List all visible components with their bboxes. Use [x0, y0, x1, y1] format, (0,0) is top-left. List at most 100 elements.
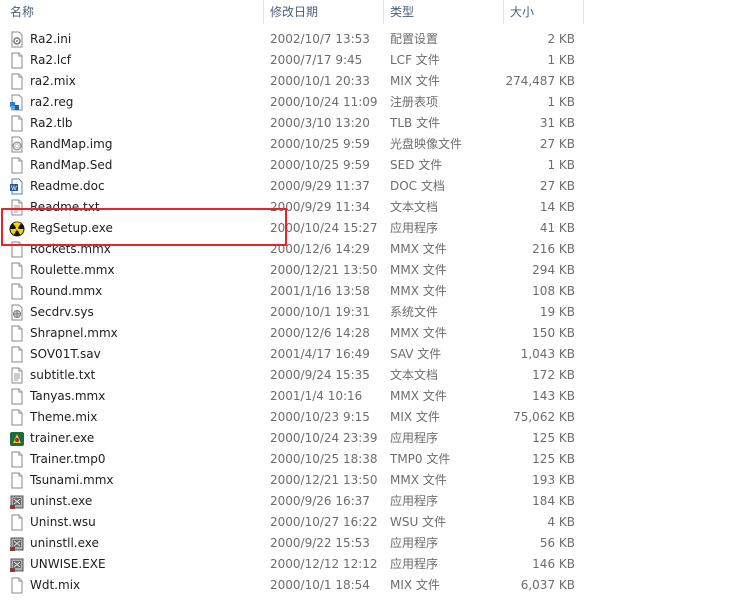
file-modified-date: 2001/1/16 13:58	[270, 284, 370, 298]
column-header-name[interactable]: 名称	[10, 0, 34, 24]
file-size: 108 KB	[532, 284, 575, 298]
file-row[interactable]: ra2.mix 2000/10/1 20:33 MIX 文件 274,487 KB	[0, 71, 600, 92]
file-row[interactable]: subtitle.txt 2000/9/24 15:35 文本文档 172 KB	[0, 365, 600, 386]
file-modified-date: 2000/10/27 16:22	[270, 515, 378, 529]
file-row[interactable]: uninstll.exe 2000/9/22 15:53 应用程序 56 KB	[0, 533, 600, 554]
file-type: SED 文件	[390, 158, 443, 172]
file-type: 光盘映像文件	[390, 137, 463, 151]
file-modified-date: 2000/9/26 16:37	[270, 494, 370, 508]
file-size: 56 KB	[539, 536, 575, 550]
file-type: 文本文档	[390, 368, 439, 382]
file-name: uninstll.exe	[30, 536, 99, 550]
svg-text:W: W	[11, 186, 17, 192]
column-divider[interactable]	[263, 0, 264, 24]
file-row[interactable]: uninst.exe 2000/9/26 16:37 应用程序 184 KB	[0, 491, 600, 512]
generic-file-icon	[9, 52, 25, 69]
settings-file-icon	[9, 31, 25, 48]
file-size: 146 KB	[532, 557, 575, 571]
file-row[interactable]: UNWISE.EXE 2000/12/12 12:12 应用程序 146 KB	[0, 554, 600, 575]
file-size: 31 KB	[539, 116, 575, 130]
file-type: MMX 文件	[390, 326, 447, 340]
generic-file-icon	[9, 283, 25, 300]
installer-app-icon	[9, 535, 25, 552]
column-header-date[interactable]: 修改日期	[270, 0, 318, 24]
file-size: 143 KB	[532, 389, 575, 403]
file-modified-date: 2000/10/25 9:59	[270, 158, 370, 172]
column-header-bar: ⌃ 名称 修改日期 类型 大小	[0, 0, 737, 24]
file-row[interactable]: Wdt.mix 2000/10/1 18:54 MIX 文件 6,037 KB	[0, 575, 600, 596]
file-modified-date: 2000/10/24 23:39	[270, 431, 378, 445]
generic-file-icon	[9, 115, 25, 132]
file-row[interactable]: RandMap.Sed 2000/10/25 9:59 SED 文件 1 KB	[0, 155, 600, 176]
file-row[interactable]: Roulette.mmx 2000/12/21 13:50 MMX 文件 294 KB	[0, 260, 600, 281]
column-divider[interactable]	[583, 0, 584, 24]
file-size: 4 KB	[547, 515, 575, 529]
generic-file-icon	[9, 577, 25, 594]
file-name: Trainer.tmp0	[30, 452, 106, 466]
installer-app-icon	[9, 493, 25, 510]
file-modified-date: 2000/10/25 9:59	[270, 137, 370, 151]
file-size: 1 KB	[547, 158, 575, 172]
file-size: 27 KB	[539, 137, 575, 151]
generic-file-icon	[9, 388, 25, 405]
generic-file-icon	[9, 325, 25, 342]
file-type: 文本文档	[390, 200, 439, 214]
file-type: 注册表项	[390, 95, 439, 109]
file-type: WSU 文件	[390, 515, 447, 529]
file-row[interactable]: Ra2.ini 2002/10/7 13:53 配置设置 2 KB	[0, 29, 600, 50]
file-row[interactable]: trainer.exe 2000/10/24 23:39 应用程序 125 KB	[0, 428, 600, 449]
file-size: 75,062 KB	[513, 410, 575, 424]
file-type: MIX 文件	[390, 410, 440, 424]
file-row[interactable]: Ra2.tlb 2000/3/10 13:20 TLB 文件 31 KB	[0, 113, 600, 134]
trainer-app-icon	[9, 430, 25, 447]
file-name: Shrapnel.mmx	[30, 326, 118, 340]
file-name: SOV01T.sav	[30, 347, 101, 361]
column-header-type[interactable]: 类型	[390, 0, 414, 24]
column-divider[interactable]	[503, 0, 504, 24]
file-size: 41 KB	[539, 221, 575, 235]
file-modified-date: 2000/9/22 15:53	[270, 536, 370, 550]
file-row[interactable]: Shrapnel.mmx 2000/12/6 14:28 MMX 文件 150 KB	[0, 323, 600, 344]
file-type: MMX 文件	[390, 263, 447, 277]
file-name: ra2.reg	[30, 95, 74, 109]
file-name: UNWISE.EXE	[30, 557, 106, 571]
file-row[interactable]: Secdrv.sys 2000/10/1 19:31 系统文件 19 KB	[0, 302, 600, 323]
file-row[interactable]: W Readme.doc 2000/9/29 11:37 DOC 文档 27 KB	[0, 176, 600, 197]
file-row[interactable]: Uninst.wsu 2000/10/27 16:22 WSU 文件 4 KB	[0, 512, 600, 533]
file-modified-date: 2000/9/29 11:37	[270, 179, 370, 193]
file-size: 294 KB	[532, 263, 575, 277]
generic-file-icon	[9, 73, 25, 90]
file-row[interactable]: Theme.mix 2000/10/23 9:15 MIX 文件 75,062 KB	[0, 407, 600, 428]
generic-file-icon	[9, 451, 25, 468]
file-row[interactable]: RandMap.img 2000/10/25 9:59 光盘映像文件 27 KB	[0, 134, 600, 155]
file-modified-date: 2000/10/23 9:15	[270, 410, 370, 424]
file-name: Round.mmx	[30, 284, 103, 298]
file-type: 应用程序	[390, 494, 439, 508]
file-row[interactable]: Tsunami.mmx 2000/12/21 13:50 MMX 文件 193 KB	[0, 470, 600, 491]
file-row[interactable]: SOV01T.sav 2001/4/17 16:49 SAV 文件 1,043 KB	[0, 344, 600, 365]
file-row[interactable]: Tanyas.mmx 2001/1/4 10:16 MMX 文件 143 KB	[0, 386, 600, 407]
generic-file-icon	[9, 409, 25, 426]
file-type: 应用程序	[390, 221, 439, 235]
generic-file-icon	[9, 514, 25, 531]
file-type: MMX 文件	[390, 284, 447, 298]
file-row[interactable]: ra2.reg 2000/10/24 11:09 注册表项 1 KB	[0, 92, 600, 113]
file-name: Tanyas.mmx	[30, 389, 106, 403]
file-name: Secdrv.sys	[30, 305, 94, 319]
file-name: Theme.mix	[30, 410, 98, 424]
file-type: 应用程序	[390, 557, 439, 571]
generic-file-icon	[9, 346, 25, 363]
file-modified-date: 2000/3/10 13:20	[270, 116, 370, 130]
file-type: SAV 文件	[390, 347, 442, 361]
file-size: 1 KB	[547, 53, 575, 67]
file-row[interactable]: Trainer.tmp0 2000/10/25 18:38 TMP0 文件 125 K…	[0, 449, 600, 470]
word-document-icon: W	[9, 178, 25, 195]
file-row[interactable]: Round.mmx 2001/1/16 13:58 MMX 文件 108 KB	[0, 281, 600, 302]
file-size: 125 KB	[532, 431, 575, 445]
file-size: 184 KB	[532, 494, 575, 508]
file-row[interactable]: Ra2.lcf 2000/7/17 9:45 LCF 文件 1 KB	[0, 50, 600, 71]
column-header-size[interactable]: 大小	[510, 0, 534, 24]
file-name: Tsunami.mmx	[30, 473, 114, 487]
column-divider[interactable]	[383, 0, 384, 24]
file-name: ra2.mix	[30, 74, 76, 88]
